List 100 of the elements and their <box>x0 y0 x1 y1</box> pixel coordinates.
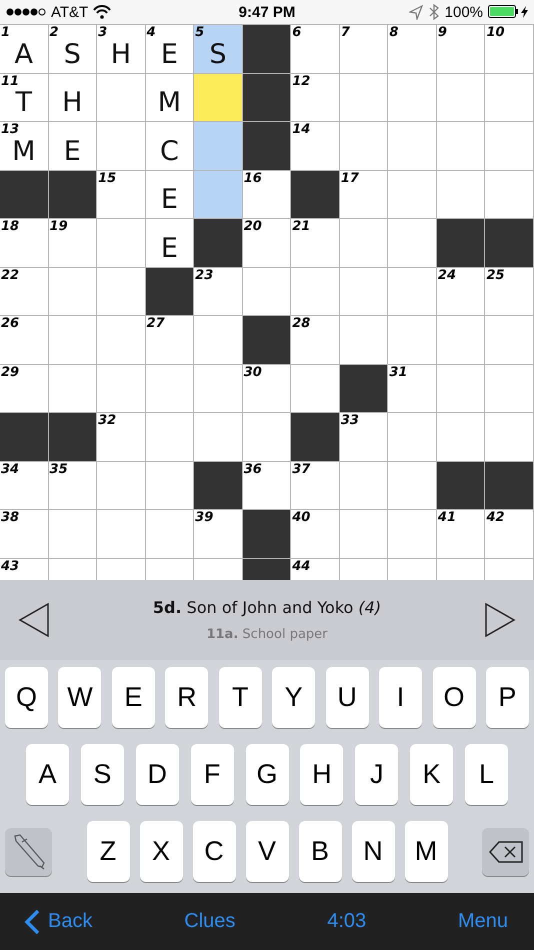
grid-cell[interactable] <box>97 316 146 364</box>
grid-cell[interactable] <box>97 510 146 558</box>
grid-cell[interactable]: 32 <box>97 413 146 462</box>
keyboard-key[interactable]: I <box>379 667 422 728</box>
grid-cell[interactable]: 22 <box>0 268 49 316</box>
grid-cell[interactable]: 30 <box>242 364 292 413</box>
menu-button[interactable]: Menu <box>458 910 508 933</box>
grid-cell[interactable]: 12 <box>291 74 340 122</box>
grid-cell[interactable]: C <box>146 122 194 170</box>
keyboard-key[interactable]: M <box>404 821 448 882</box>
grid-cell[interactable] <box>388 170 437 219</box>
grid-cell[interactable]: 33 <box>340 413 388 462</box>
grid-cell[interactable] <box>146 510 194 558</box>
grid-cell[interactable]: 10 <box>485 25 534 74</box>
grid-cell[interactable] <box>436 364 486 413</box>
grid-cell[interactable] <box>194 122 243 170</box>
grid-cell[interactable] <box>388 413 437 462</box>
grid-cell[interactable] <box>97 364 146 413</box>
keyboard-key[interactable]: G <box>246 744 288 805</box>
grid-cell[interactable]: 40 <box>291 510 340 558</box>
grid-cell[interactable] <box>291 364 340 413</box>
grid-cell[interactable] <box>340 122 388 170</box>
grid-cell[interactable]: H <box>48 74 98 122</box>
grid-cell[interactable]: 13 M <box>0 122 49 170</box>
keyboard-key[interactable]: Z <box>86 821 130 882</box>
grid-cell[interactable] <box>146 364 194 413</box>
grid-cell[interactable] <box>436 413 486 462</box>
keyboard-key[interactable]: T <box>218 667 262 728</box>
keyboard-key[interactable]: V <box>246 821 288 882</box>
grid-cell[interactable] <box>340 268 388 316</box>
grid-cell[interactable] <box>146 462 194 510</box>
grid-cell[interactable]: 15 <box>97 170 146 219</box>
grid-cell[interactable] <box>485 316 534 364</box>
backspace-key[interactable] <box>482 828 529 876</box>
grid-cell[interactable]: 6 <box>291 25 340 74</box>
keyboard-key[interactable]: X <box>140 821 182 882</box>
keyboard-key[interactable]: D <box>136 744 179 805</box>
grid-cell[interactable]: 44 <box>291 558 340 580</box>
grid-cell[interactable]: 3 H <box>97 25 146 74</box>
grid-cell[interactable]: M <box>146 74 194 122</box>
grid-cell[interactable]: 7 <box>340 25 388 74</box>
grid-cell[interactable] <box>485 364 534 413</box>
grid-cell[interactable] <box>388 510 437 558</box>
grid-cell[interactable]: 18 <box>0 219 49 268</box>
grid-cell[interactable] <box>485 170 534 219</box>
grid-cell[interactable]: 4 E <box>146 25 194 74</box>
pencil-key[interactable] <box>5 828 52 876</box>
keyboard-key[interactable]: N <box>352 821 394 882</box>
grid-cell[interactable] <box>48 316 98 364</box>
grid-cell[interactable] <box>340 74 388 122</box>
grid-cell[interactable] <box>97 219 146 268</box>
grid-cell[interactable] <box>242 413 292 462</box>
grid-cell[interactable]: 17 <box>340 170 388 219</box>
grid-cell[interactable] <box>194 364 243 413</box>
grid-cell[interactable] <box>388 268 437 316</box>
grid-cell[interactable]: 5 S <box>194 25 243 74</box>
grid-cell[interactable] <box>340 462 388 510</box>
grid-cell[interactable] <box>97 74 146 122</box>
grid-cell[interactable] <box>97 122 146 170</box>
grid-cell[interactable]: 31 <box>388 364 437 413</box>
grid-cell[interactable]: 2 S <box>48 25 98 74</box>
grid-cell[interactable]: 37 <box>291 462 340 510</box>
keyboard-key[interactable]: K <box>410 744 454 805</box>
grid-cell[interactable] <box>194 170 243 219</box>
keyboard-key[interactable]: B <box>298 821 342 882</box>
keyboard-key[interactable]: C <box>192 821 236 882</box>
keyboard-key[interactable]: Y <box>272 667 316 728</box>
grid-cell[interactable] <box>194 316 243 364</box>
grid-cell[interactable] <box>340 316 388 364</box>
grid-cell[interactable]: 36 <box>242 462 292 510</box>
grid-cell[interactable]: 16 <box>242 170 292 219</box>
keyboard-key[interactable]: E <box>112 667 155 728</box>
keyboard-key[interactable]: W <box>58 667 102 728</box>
grid-cell[interactable] <box>48 510 98 558</box>
grid-cell[interactable]: 38 <box>0 510 49 558</box>
keyboard-key[interactable]: P <box>486 667 529 728</box>
grid-cell[interactable]: 41 <box>436 510 486 558</box>
clues-button[interactable]: Clues <box>184 910 236 933</box>
grid-cell[interactable] <box>194 413 243 462</box>
grid-cell[interactable] <box>388 462 437 510</box>
grid-cell[interactable]: 35 <box>48 462 98 510</box>
grid-cell[interactable] <box>340 510 388 558</box>
grid-cell[interactable] <box>388 219 437 268</box>
grid-cell[interactable]: 43 <box>0 558 49 580</box>
grid-cell[interactable] <box>485 122 534 170</box>
keyboard-key[interactable]: S <box>80 744 124 805</box>
grid-cell[interactable] <box>485 74 534 122</box>
grid-cell[interactable]: 23 <box>194 268 243 316</box>
grid-cell[interactable] <box>242 268 292 316</box>
grid-cell[interactable]: 20 <box>242 219 292 268</box>
grid-cell[interactable]: 25 <box>485 268 534 316</box>
keyboard-key[interactable]: A <box>26 744 69 805</box>
grid-cell[interactable]: 8 <box>388 25 437 74</box>
grid-cell[interactable]: 24 <box>436 268 486 316</box>
grid-cell[interactable]: E <box>48 122 98 170</box>
previous-clue-button[interactable] <box>18 602 50 638</box>
grid-cell[interactable]: 26 <box>0 316 49 364</box>
grid-cell[interactable]: 34 <box>0 462 49 510</box>
grid-cell[interactable] <box>436 170 486 219</box>
grid-cell[interactable]: E <box>146 170 194 219</box>
